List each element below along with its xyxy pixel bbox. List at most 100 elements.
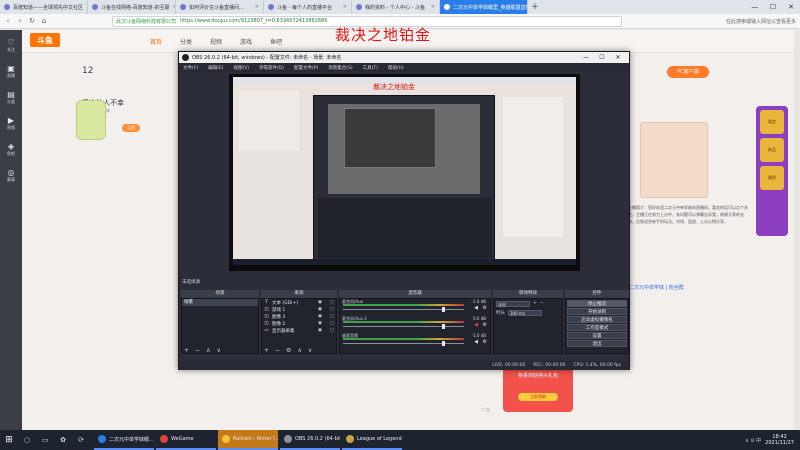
volume-slider[interactable] bbox=[343, 343, 464, 344]
gear-icon[interactable]: ⚙ bbox=[483, 339, 487, 345]
visibility-eye-icon[interactable]: ◉ bbox=[315, 307, 325, 312]
visibility-eye-icon[interactable]: ◉ bbox=[315, 321, 325, 326]
volume-slider-knob[interactable] bbox=[442, 341, 445, 346]
control-button[interactable]: 停止推流 bbox=[567, 300, 627, 307]
obs-menu-item[interactable]: 工具(T) bbox=[363, 65, 378, 71]
volume-slider[interactable] bbox=[343, 326, 464, 327]
speaker-icon[interactable]: ◀ bbox=[474, 339, 478, 345]
obs-minimize-icon[interactable]: — bbox=[578, 54, 594, 61]
source-item[interactable]: ◫ 图像 2 ◉ ▢ bbox=[262, 320, 336, 327]
side-ad-item[interactable]: 新品 bbox=[760, 138, 784, 162]
transition-select[interactable]: 淡出 bbox=[496, 300, 530, 307]
lock-icon[interactable]: ▢ bbox=[328, 321, 336, 326]
browser-tab[interactable]: 如何评价在斗鱼直播间... × bbox=[176, 0, 264, 14]
windows-start-icon[interactable]: ⊞ bbox=[0, 435, 18, 445]
lock-icon[interactable]: ▢ bbox=[328, 328, 336, 333]
side-ad-item[interactable]: 福利 bbox=[760, 166, 784, 190]
fan-group-link[interactable]: 二次元中单学妹 | 粉丝群 bbox=[629, 284, 684, 291]
minimize-icon[interactable]: — bbox=[746, 0, 764, 14]
control-button[interactable]: 工作室模式 bbox=[567, 324, 627, 331]
taskbar-app[interactable]: OBS 26.0.2 (64-bit... bbox=[280, 430, 340, 450]
volume-slider-knob[interactable] bbox=[442, 307, 445, 312]
gear-icon[interactable]: ⚙ bbox=[483, 305, 487, 311]
obs-menu-item[interactable]: 编辑(E) bbox=[208, 65, 223, 71]
sidebar-item[interactable]: ▤ 分类 bbox=[0, 82, 22, 108]
taskbar-pinned-icon[interactable]: ✿ bbox=[54, 436, 72, 444]
control-button[interactable]: 启动虚拟摄像机 bbox=[567, 316, 627, 323]
close-icon[interactable]: ✕ bbox=[782, 0, 800, 14]
site-logo[interactable]: 斗鱼 bbox=[30, 33, 60, 47]
tab-close-icon[interactable]: × bbox=[431, 4, 435, 10]
obs-menu-item[interactable]: 视图(V) bbox=[233, 65, 249, 71]
site-nav-item[interactable]: 游戏 bbox=[240, 37, 252, 46]
source-settings-icon[interactable]: ⚙ bbox=[286, 347, 291, 354]
source-down-icon[interactable]: ∨ bbox=[308, 347, 312, 354]
browser-tab[interactable]: 二次元中单学妹眼里_英雄联盟直播× bbox=[440, 0, 528, 14]
site-nav-item[interactable]: 首页 bbox=[150, 37, 162, 46]
remove-scene-icon[interactable]: − bbox=[195, 347, 200, 354]
side-ad-item[interactable]: 限定 bbox=[760, 110, 784, 134]
obs-maximize-icon[interactable]: ☐ bbox=[594, 54, 610, 61]
volume-slider-knob[interactable] bbox=[442, 324, 445, 329]
remove-transition-icon[interactable]: − bbox=[540, 301, 544, 306]
visibility-eye-icon[interactable]: ◉ bbox=[315, 314, 325, 319]
source-item[interactable]: ◫ 图像 3 ◉ ▢ bbox=[262, 313, 336, 320]
avatar[interactable] bbox=[76, 100, 106, 140]
browser-tab[interactable]: 百度知道——全球领先中文社区× bbox=[0, 0, 88, 14]
add-scene-icon[interactable]: + bbox=[184, 347, 189, 354]
add-source-icon[interactable]: + bbox=[264, 347, 269, 354]
maximize-icon[interactable]: ☐ bbox=[764, 0, 782, 14]
search-hint[interactable]: 在此搜索或输入网址以查看更多 bbox=[626, 18, 796, 25]
source-item[interactable]: ▭ 显示器采集 ◉ ▢ bbox=[262, 327, 336, 334]
tab-close-icon[interactable]: × bbox=[255, 4, 259, 10]
back-icon[interactable]: ‹ bbox=[4, 17, 12, 25]
source-item[interactable]: T 文本 (GDI+) ◉ ▢ bbox=[262, 299, 336, 306]
taskbar-app[interactable]: League of Legends bbox=[342, 430, 402, 450]
taskbar-pinned-icon[interactable]: ⟳ bbox=[72, 436, 90, 444]
obs-preview[interactable]: 裁决之地铂金 bbox=[229, 74, 580, 271]
remove-source-icon[interactable]: − bbox=[275, 347, 280, 354]
move-up-icon[interactable]: ∧ bbox=[206, 347, 210, 354]
pc-client-button[interactable]: PC客户端 bbox=[667, 66, 709, 78]
gift-ad[interactable]: 恭喜你获得大礼包 立即领取 bbox=[503, 366, 573, 412]
sidebar-item[interactable]: ◈ 鱼吧 bbox=[0, 134, 22, 160]
lock-icon[interactable]: ▢ bbox=[328, 300, 336, 305]
new-tab-icon[interactable]: + bbox=[528, 0, 542, 14]
site-nav-item[interactable]: 视频 bbox=[210, 37, 222, 46]
subscribe-tag[interactable]: 订阅 bbox=[122, 124, 140, 132]
control-button[interactable]: 开始录制 bbox=[567, 308, 627, 315]
source-item[interactable]: ◫ 游戏 1 ◉ ▢ bbox=[262, 306, 336, 313]
control-button[interactable]: 设置 bbox=[567, 332, 627, 339]
tab-close-icon[interactable]: × bbox=[343, 4, 347, 10]
sidebar-item[interactable]: ▶ 视频 bbox=[0, 108, 22, 134]
taskbar-app[interactable]: 二次元中单学妹眼... bbox=[94, 430, 154, 450]
home-icon[interactable]: ⌂ bbox=[40, 17, 48, 25]
duration-field[interactable]: 300 ms bbox=[508, 309, 542, 316]
source-up-icon[interactable]: ∧ bbox=[297, 347, 301, 354]
page-scrollbar[interactable] bbox=[794, 30, 800, 430]
volume-slider[interactable] bbox=[343, 309, 464, 310]
sidebar-item[interactable]: ◎ 赛事 bbox=[0, 160, 22, 186]
clock[interactable]: 18:42 2021/11/27 bbox=[765, 434, 794, 446]
obs-menu-item[interactable]: 停靠部件(D) bbox=[259, 65, 284, 71]
add-transition-icon[interactable]: + bbox=[533, 301, 537, 306]
site-nav-item[interactable]: 鱼吧 bbox=[270, 37, 282, 46]
obs-menu-item[interactable]: 帮助(H) bbox=[388, 65, 404, 71]
forward-icon[interactable]: › bbox=[16, 17, 24, 25]
scene-item[interactable]: 场景 bbox=[182, 299, 258, 306]
visibility-eye-icon[interactable]: ◉ bbox=[315, 328, 325, 333]
site-nav-item[interactable]: 分类 bbox=[180, 37, 192, 46]
tray-icons[interactable]: ∧ ⊙ 中 bbox=[745, 437, 761, 444]
control-button[interactable]: 退出 bbox=[567, 340, 627, 347]
taskbar-app[interactable]: WeGame bbox=[156, 430, 216, 450]
gear-icon[interactable]: ⚙ bbox=[483, 322, 487, 328]
refresh-icon[interactable]: ↻ bbox=[28, 17, 36, 25]
browser-tab[interactable]: 我的资料 - 个人中心 - 斗鱼 × bbox=[352, 0, 440, 14]
browser-tab[interactable]: 斗鱼 - 每个人的直播平台 × bbox=[264, 0, 352, 14]
move-down-icon[interactable]: ∨ bbox=[216, 347, 220, 354]
lock-icon[interactable]: ▢ bbox=[328, 314, 336, 319]
sidebar-item[interactable]: ▣ 直播 bbox=[0, 56, 22, 82]
taskbar-app[interactable]: Rollrain - Aimer (... bbox=[218, 430, 278, 450]
obs-menu-item[interactable]: 文件(F) bbox=[183, 65, 198, 71]
visibility-eye-icon[interactable]: ◉ bbox=[315, 300, 325, 305]
